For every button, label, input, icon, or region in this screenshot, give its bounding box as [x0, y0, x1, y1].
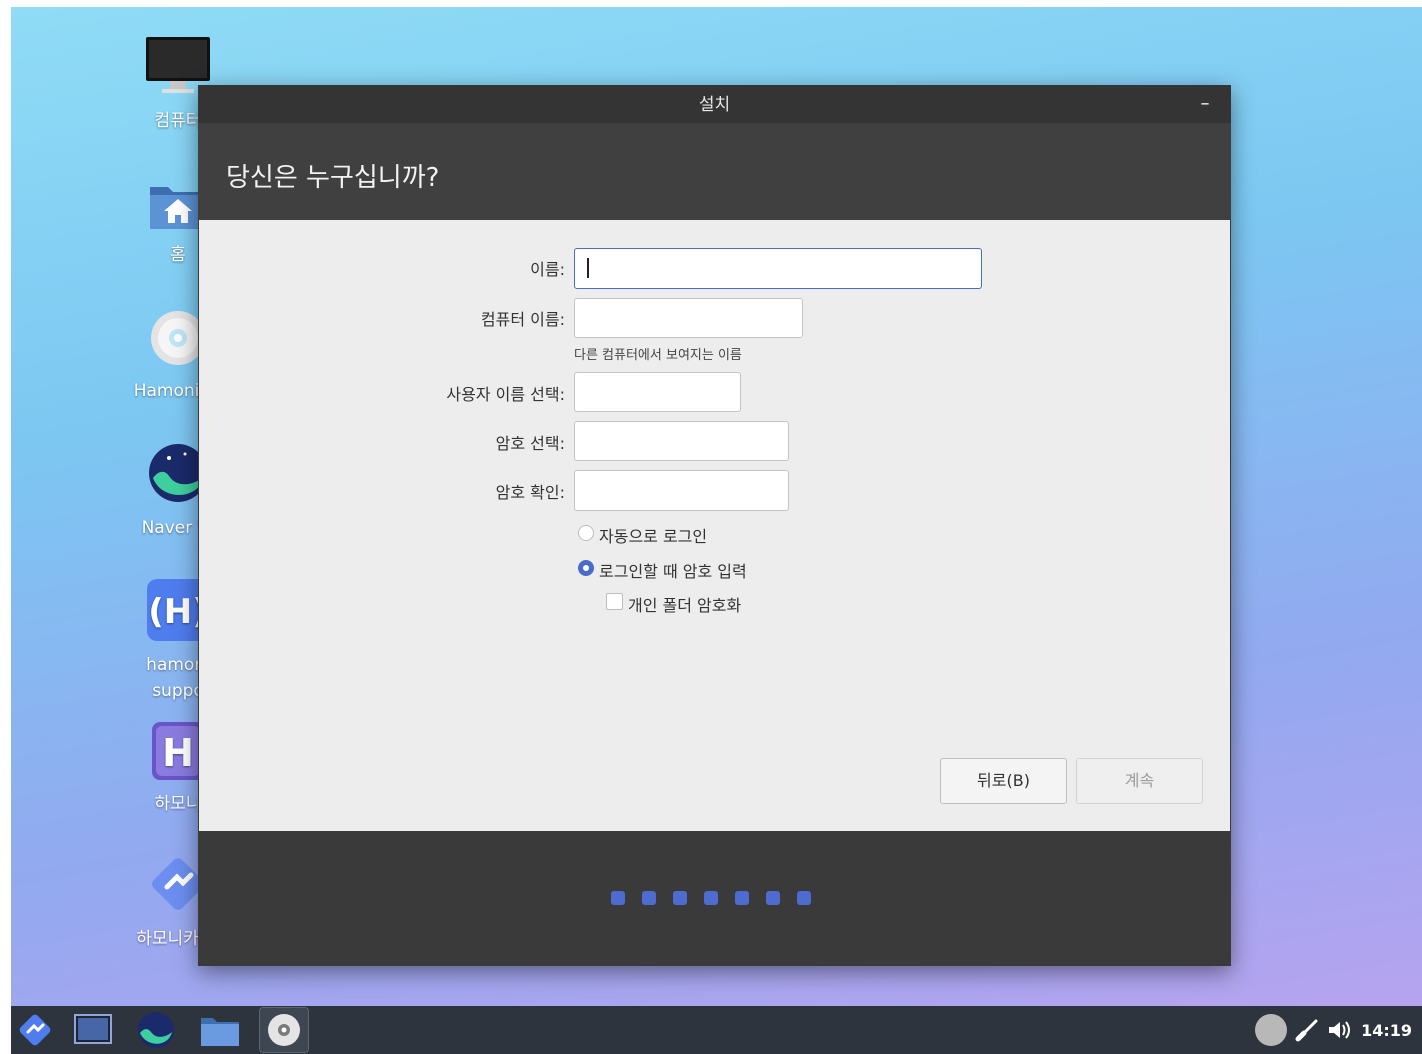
progress-step-dot: [797, 891, 811, 905]
username-label: 사용자 이름 선택:: [446, 385, 565, 404]
username-field[interactable]: [574, 372, 741, 412]
installer-window: 설치 – 당신은 누구십니까? 이름: 컴퓨터 이름: 다른 컴퓨터에서 보여지…: [198, 85, 1231, 966]
password-label: 암호 선택:: [495, 434, 565, 453]
window-titlebar[interactable]: 설치 –: [198, 85, 1231, 123]
show-desktop-button[interactable]: [73, 1010, 113, 1050]
auto-login-radio[interactable]: [578, 525, 594, 541]
clock[interactable]: 14:19: [1361, 1021, 1412, 1040]
name-label: 이름:: [530, 260, 565, 279]
progress-dots: [611, 891, 811, 905]
continue-button[interactable]: 계속: [1076, 758, 1203, 804]
progress-footer: [198, 831, 1231, 966]
svg-text:H: H: [162, 731, 194, 775]
installer-taskbar-button[interactable]: [259, 1007, 309, 1053]
whale-browser-icon: [138, 1012, 174, 1048]
encrypt-home-label[interactable]: 개인 폴더 암호화: [628, 592, 741, 616]
name-field[interactable]: [574, 248, 982, 289]
password-field[interactable]: [574, 421, 789, 461]
progress-step-dot: [673, 891, 687, 905]
hamonikr-h-icon: H: [152, 722, 204, 780]
progress-step-dot: [735, 891, 749, 905]
volume-icon[interactable]: [1327, 1019, 1353, 1041]
folder-icon: [201, 1018, 239, 1046]
confirm-password-label: 암호 확인:: [495, 483, 565, 502]
text-caret: [587, 258, 589, 278]
minimize-button[interactable]: –: [1195, 94, 1215, 114]
taskbar: 14:19: [11, 1006, 1422, 1054]
network-icon[interactable]: [1295, 1018, 1319, 1042]
window-title: 설치: [698, 95, 731, 115]
require-password-radio[interactable]: [578, 560, 594, 576]
computer-name-hint: 다른 컴퓨터에서 보여지는 이름: [574, 348, 742, 363]
progress-step-dot: [611, 891, 625, 905]
disc-icon: [268, 1014, 300, 1046]
back-button[interactable]: 뒤로(B): [940, 758, 1067, 804]
computer-name-label: 컴퓨터 이름:: [480, 310, 565, 329]
progress-step-dot: [704, 891, 718, 905]
computer-name-field[interactable]: [574, 298, 803, 338]
system-tray: 14:19: [1255, 1014, 1412, 1046]
start-menu-button[interactable]: [15, 1010, 55, 1050]
progress-step-dot: [642, 891, 656, 905]
hamonikr-menu-icon: [19, 1014, 51, 1046]
page-title: 당신은 누구십니까?: [226, 163, 440, 193]
page-header: 당신은 누구십니까?: [198, 123, 1231, 220]
user-status-icon[interactable]: [1255, 1014, 1288, 1046]
confirm-password-field[interactable]: [574, 470, 789, 511]
encrypt-home-checkbox[interactable]: [606, 593, 623, 610]
progress-step-dot: [766, 891, 780, 905]
user-info-form: 이름: 컴퓨터 이름: 다른 컴퓨터에서 보여지는 이름 사용자 이름 선택: …: [199, 220, 1230, 831]
file-manager-launcher[interactable]: [200, 1010, 240, 1050]
auto-login-label[interactable]: 자동으로 로그인: [599, 523, 707, 547]
require-password-label[interactable]: 로그인할 때 암호 입력: [599, 558, 747, 582]
desktop-icon: [74, 1014, 112, 1044]
naver-whale-launcher[interactable]: [136, 1010, 176, 1050]
